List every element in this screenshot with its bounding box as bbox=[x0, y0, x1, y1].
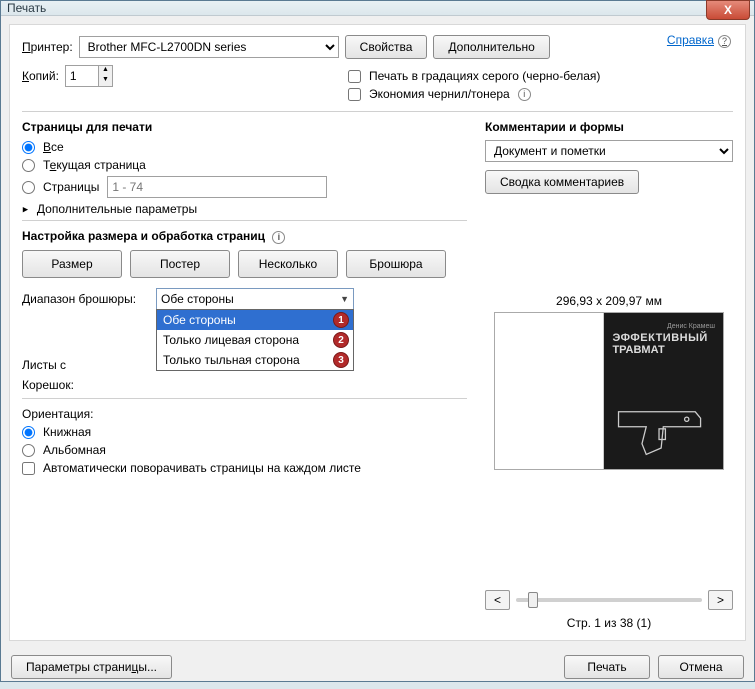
radio-range[interactable] bbox=[22, 181, 35, 194]
print-button[interactable]: Печать bbox=[564, 655, 650, 679]
properties-button[interactable]: Свойства bbox=[345, 35, 428, 59]
booklet-range-label: Диапазон брошюры: bbox=[22, 292, 150, 306]
copies-spinner[interactable]: ▲▼ bbox=[65, 65, 113, 87]
sizing-title: Настройка размера и обработка страниц i bbox=[22, 229, 467, 244]
badge-3: 3 bbox=[333, 352, 349, 368]
close-icon: X bbox=[724, 3, 732, 17]
preview-title1: ЭФФЕКТИВНЫЙ bbox=[612, 332, 715, 344]
info-icon: i bbox=[272, 231, 285, 244]
close-button[interactable]: X bbox=[706, 0, 750, 20]
printer-label: Принтер: bbox=[22, 40, 73, 54]
print-dialog: Печать X Справка? Принтер: Brother MFC-L… bbox=[0, 0, 755, 682]
preview-title2: ТРАВМАТ bbox=[612, 344, 715, 356]
pages-section-title: Страницы для печати bbox=[22, 120, 467, 134]
multiple-button[interactable]: Несколько bbox=[238, 250, 338, 278]
booklet-range-dropdown: Обе стороны1 Только лицевая сторона2 Тол… bbox=[156, 309, 354, 371]
booklet-range-combo[interactable]: Обе стороны▼ bbox=[156, 288, 354, 310]
range-label: Страницы bbox=[43, 180, 99, 194]
page-setup-button[interactable]: Параметры страницы... bbox=[11, 655, 172, 679]
slider-thumb[interactable] bbox=[528, 592, 538, 608]
dropdown-option[interactable]: Обе стороны1 bbox=[157, 310, 353, 330]
spin-up[interactable]: ▲ bbox=[99, 66, 112, 76]
range-input[interactable] bbox=[107, 176, 327, 198]
orientation-title: Ориентация: bbox=[22, 407, 467, 421]
saveink-checkbox[interactable] bbox=[348, 88, 361, 101]
cancel-button[interactable]: Отмена bbox=[658, 655, 744, 679]
dialog-footer: Параметры страницы... Печать Отмена bbox=[1, 649, 754, 689]
spine-label: Корешок: bbox=[22, 378, 150, 392]
help-icon: ? bbox=[718, 35, 731, 48]
badge-1: 1 bbox=[333, 312, 349, 328]
info-icon: i bbox=[518, 88, 531, 101]
printer-select[interactable]: Brother MFC-L2700DN series bbox=[79, 36, 339, 58]
grayscale-checkbox[interactable] bbox=[348, 70, 361, 83]
print-preview: Денис Крамеш ЭФФЕКТИВНЫЙ ТРАВМАТ bbox=[494, 312, 724, 470]
radio-current[interactable] bbox=[22, 159, 35, 172]
size-button[interactable]: Размер bbox=[22, 250, 122, 278]
autorotate-label: Автоматически поворачивать страницы на к… bbox=[43, 461, 361, 475]
landscape-label: Альбомная bbox=[43, 443, 106, 457]
spin-down[interactable]: ▼ bbox=[99, 76, 112, 86]
booklet-button[interactable]: Брошюра bbox=[346, 250, 446, 278]
page-indicator: Стр. 1 из 38 (1) bbox=[485, 616, 733, 630]
dropdown-option[interactable]: Только лицевая сторона2 bbox=[157, 330, 353, 350]
window-title: Печать bbox=[7, 1, 748, 15]
radio-portrait[interactable] bbox=[22, 426, 35, 439]
zoom-slider[interactable] bbox=[516, 598, 702, 602]
comments-title: Комментарии и формы bbox=[485, 120, 733, 134]
grayscale-label: Печать в градациях серого (черно-белая) bbox=[369, 69, 600, 83]
portrait-label: Книжная bbox=[43, 425, 91, 439]
help-link[interactable]: Справка? bbox=[667, 33, 731, 48]
dialog-content: Справка? Принтер: Brother MFC-L2700DN se… bbox=[9, 24, 746, 641]
preview-author: Денис Крамеш bbox=[612, 323, 715, 330]
radio-all[interactable] bbox=[22, 141, 35, 154]
comments-select[interactable]: Документ и пометки bbox=[485, 140, 733, 162]
chevron-down-icon: ▼ bbox=[340, 294, 349, 304]
badge-2: 2 bbox=[333, 332, 349, 348]
preview-dims: 296,93 x 209,97 мм bbox=[485, 294, 733, 308]
next-page-button[interactable]: > bbox=[708, 590, 733, 610]
autorotate-checkbox[interactable] bbox=[22, 462, 35, 475]
gun-icon bbox=[610, 399, 717, 463]
help-label: Справка bbox=[667, 33, 714, 47]
radio-landscape[interactable] bbox=[22, 444, 35, 457]
saveink-label: Экономия чернил/тонера bbox=[369, 87, 510, 101]
advanced-button[interactable]: Дополнительно bbox=[433, 35, 549, 59]
copies-label: Копий: bbox=[22, 69, 59, 83]
summary-button[interactable]: Сводка комментариев bbox=[485, 170, 639, 194]
titlebar: Печать X bbox=[1, 1, 754, 16]
poster-button[interactable]: Постер bbox=[130, 250, 230, 278]
dropdown-option[interactable]: Только тыльная сторона3 bbox=[157, 350, 353, 370]
more-options-expander[interactable]: Дополнительные параметры bbox=[22, 202, 467, 216]
sheets-label: Листы с bbox=[22, 358, 150, 372]
prev-page-button[interactable]: < bbox=[485, 590, 510, 610]
copies-input[interactable] bbox=[65, 65, 99, 87]
